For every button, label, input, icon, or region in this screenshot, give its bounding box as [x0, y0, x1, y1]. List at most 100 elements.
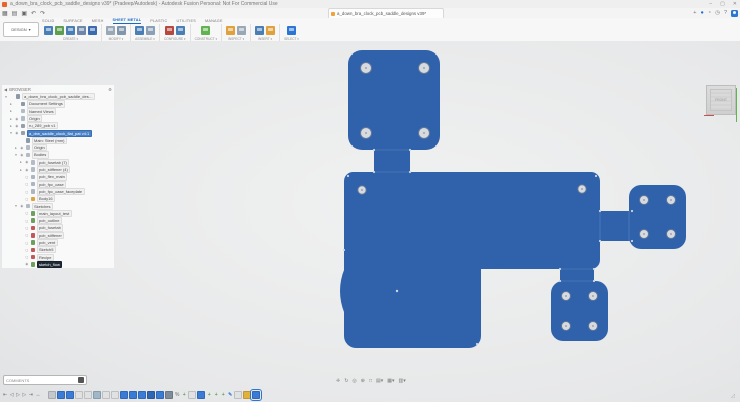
hole-icon[interactable]	[77, 26, 86, 35]
save-icon[interactable]: ▣	[21, 10, 27, 17]
timeline-feature-marker[interactable]	[156, 391, 164, 400]
recent-icon[interactable]: ◔	[708, 10, 711, 16]
timeline-feature-marker[interactable]	[102, 391, 110, 400]
part-silhouette[interactable]	[340, 50, 686, 348]
visibility-eye-icon[interactable]: ◉	[20, 204, 25, 208]
undo-icon[interactable]: ↶	[31, 10, 36, 17]
display-settings-icon[interactable]: ▤▾	[376, 378, 383, 384]
timeline-feature-marker[interactable]	[234, 391, 242, 400]
redo-icon[interactable]: ↷	[40, 10, 45, 17]
browser-row[interactable]: ▾a_down_bra_clock_pcb_saddle_des…	[2, 93, 114, 100]
browser-row[interactable]: ◻main_layout_test	[2, 210, 114, 217]
data-panel-icon[interactable]: ▦	[2, 10, 8, 17]
comments-expand-icon[interactable]	[78, 377, 84, 383]
browser-row[interactable]: ▸◉ru_289_pcb v1	[2, 122, 114, 129]
loop-icon[interactable]: ↔	[35, 392, 40, 398]
construction-plane-icon[interactable]	[201, 26, 210, 35]
visibility-eye-icon[interactable]: ◉	[20, 146, 25, 150]
timeline-feature-marker[interactable]	[165, 391, 173, 400]
document-tab[interactable]: a_down_bra_clock_pcb_saddle_designs v39*	[328, 8, 444, 18]
zoom-icon[interactable]: ⊕	[361, 378, 365, 384]
tree-caret-icon[interactable]: ▸	[19, 160, 23, 164]
timeline-feature-marker[interactable]	[48, 391, 56, 400]
tab-plastic[interactable]: PLASTIC	[150, 19, 167, 24]
timeline-feature-marker[interactable]	[147, 391, 155, 400]
timeline-feature-marker[interactable]	[66, 391, 74, 400]
new-tab-icon[interactable]: +	[693, 10, 696, 16]
timeline-feature-marker[interactable]	[120, 391, 128, 400]
workspace-selector[interactable]: DESIGN ▾	[3, 22, 39, 37]
visibility-eye-icon[interactable]: ◻	[25, 182, 30, 186]
browser-row[interactable]: ◉sketch_flow	[2, 261, 114, 268]
notifications-icon[interactable]: ◷	[715, 10, 720, 16]
visibility-eye-icon[interactable]: ◻	[25, 255, 30, 259]
measure-icon[interactable]	[226, 26, 235, 35]
timeline-feature-marker[interactable]	[129, 391, 137, 400]
visibility-eye-icon[interactable]: ◻	[25, 197, 30, 201]
maximize-button[interactable]: ▢	[720, 1, 725, 7]
modeling-canvas[interactable]: FRONT ◀ BROWSER ⚙ ▾a_down_bra_clock_pcb_…	[0, 41, 740, 402]
browser-row[interactable]: ◻pcb_outline	[2, 217, 114, 224]
orbit-icon[interactable]: ↻	[344, 378, 348, 384]
browser-row[interactable]: ◻Recipe	[2, 254, 114, 261]
browser-row[interactable]: ▸◉Origin	[2, 115, 114, 122]
visibility-eye-icon[interactable]: ◻	[25, 175, 30, 179]
browser-row[interactable]: ◻Sketch5	[2, 246, 114, 253]
timeline-feature-marker[interactable]	[93, 391, 101, 400]
insert-derive-icon[interactable]	[266, 26, 275, 35]
timeline-feature-marker[interactable]	[84, 391, 92, 400]
tab-solid[interactable]: SOLID	[42, 19, 54, 24]
tab-utilities[interactable]: UTILITIES	[176, 19, 196, 24]
grid-settings-icon[interactable]: ▦▾	[387, 378, 394, 384]
visibility-eye-icon[interactable]: ◻	[25, 248, 30, 252]
browser-row[interactable]: ▸◉pcb_fusetab (7)	[2, 159, 114, 166]
browser-row[interactable]: ▾◉Bodies	[2, 151, 114, 158]
tree-caret-icon[interactable]: ▸	[9, 109, 13, 113]
minimize-button[interactable]: –	[709, 1, 712, 7]
browser-row[interactable]: ▾◉a_drw_saddle_clock_flat_pat v4:1	[2, 129, 114, 136]
new-component-icon[interactable]	[135, 26, 144, 35]
browser-row[interactable]: ◻pcb_stiffener	[2, 232, 114, 239]
browser-row[interactable]: ▸◉pcb_stiffener (4)	[2, 166, 114, 173]
visibility-eye-icon[interactable]: ◉	[25, 160, 30, 164]
step-forward-icon[interactable]: ▷	[22, 392, 26, 398]
timeline-feature-marker[interactable]: +	[213, 392, 219, 399]
extrude-icon[interactable]	[66, 26, 75, 35]
timeline-feature-marker[interactable]	[57, 391, 65, 400]
browser-row[interactable]: ▸Document Settings	[2, 100, 114, 107]
tree-caret-icon[interactable]: ▸	[9, 124, 13, 128]
step-back-icon[interactable]: ◁	[10, 392, 14, 398]
tree-caret-icon[interactable]: ▾	[14, 204, 18, 208]
visibility-eye-icon[interactable]: ◻	[25, 241, 30, 245]
timeline-feature-marker[interactable]: %	[174, 392, 180, 399]
visibility-eye-icon[interactable]: ◉	[25, 262, 30, 266]
visibility-eye-icon[interactable]: ◉	[15, 124, 20, 128]
create-sketch-icon[interactable]	[55, 26, 64, 35]
go-to-start-icon[interactable]: ⇤	[3, 392, 7, 398]
insert-mesh-icon[interactable]	[255, 26, 264, 35]
pan-icon[interactable]: ✛	[336, 378, 340, 384]
browser-collapse-icon[interactable]: ◀	[4, 87, 7, 92]
browser-row[interactable]: ◻pcb_fpc_case_faceplate	[2, 188, 114, 195]
visibility-eye-icon[interactable]: ◉	[15, 131, 20, 135]
browser-row[interactable]: ◻pcb_fpc_case	[2, 181, 114, 188]
configure-icon[interactable]	[165, 26, 174, 35]
timeline-feature-marker[interactable]	[111, 391, 119, 400]
browser-row[interactable]: ▸Named Views	[2, 108, 114, 115]
file-menu-icon[interactable]: ▤	[12, 10, 18, 17]
variants-icon[interactable]	[176, 26, 185, 35]
browser-settings-icon[interactable]: ⚙	[108, 87, 112, 92]
close-button[interactable]: ✕	[733, 1, 737, 7]
tree-caret-icon[interactable]: ▸	[9, 102, 13, 106]
timeline-feature-marker[interactable]: +	[206, 392, 212, 399]
comments-box[interactable]: COMMENTS	[3, 375, 87, 385]
job-status-icon[interactable]: ●	[700, 10, 703, 16]
unfold-icon[interactable]	[106, 26, 115, 35]
visibility-eye-icon[interactable]: ◻	[25, 226, 30, 230]
help-icon[interactable]: ?	[724, 10, 727, 16]
derive-icon[interactable]	[88, 26, 97, 35]
tree-caret-icon[interactable]: ▾	[4, 95, 8, 99]
browser-row[interactable]: ▾◉Sketches	[2, 202, 114, 209]
tab-mesh[interactable]: MESH	[92, 19, 104, 24]
timeline-feature-marker[interactable]	[188, 391, 196, 400]
